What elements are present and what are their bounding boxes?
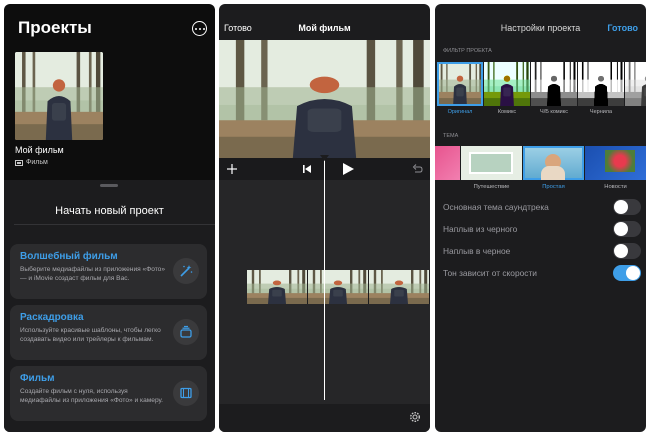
magic-wand-icon — [173, 258, 199, 284]
filter-label: Комикс — [497, 109, 517, 115]
theme-label: Путешествие — [473, 184, 510, 190]
editor-screen: Готово Мой фильм — [219, 4, 430, 432]
fade-out-row: Наплыв в черное — [443, 242, 641, 260]
settings-gear-icon[interactable] — [409, 411, 421, 423]
filter-label: Чернила — [589, 109, 613, 115]
filter-original[interactable]: Оригинал — [437, 62, 483, 115]
undo-icon[interactable] — [412, 163, 423, 174]
theme-simple[interactable]: Простая — [523, 146, 584, 190]
video-viewer[interactable] — [219, 40, 430, 158]
projects-screen: Проекты Мой фильм Фильм Начать новый про… — [4, 4, 215, 432]
theme-list: Путешествие Простая Новости — [435, 146, 646, 196]
theme-item[interactable] — [435, 146, 460, 184]
storyboard-card[interactable]: Раскадровка Используйте красивые шаблоны… — [10, 305, 207, 360]
filter-section-label: Фильтр проекта — [443, 48, 492, 54]
project-type-label: Фильм — [26, 159, 48, 166]
card-description: Выберите медиафайлы из приложения «Фото»… — [20, 266, 166, 282]
card-title: Фильм — [20, 373, 55, 384]
project-type: Фильм — [15, 159, 48, 166]
magic-movie-card[interactable]: Волшебный фильм Выберите медиафайлы из п… — [10, 244, 207, 299]
toggle-label: Основная тема саундтрека — [443, 202, 549, 212]
toggle-label: Наплыв в черное — [443, 246, 511, 256]
more-options-icon[interactable] — [192, 21, 207, 36]
theme-news[interactable]: Новости — [585, 146, 646, 190]
card-title: Раскадровка — [20, 312, 84, 323]
storyboard-icon — [173, 319, 199, 345]
card-description: Создайте фильм с нуля, используя медиафа… — [20, 388, 164, 404]
editor-title: Мой фильм — [298, 23, 351, 33]
divider — [14, 224, 215, 225]
filter-ink[interactable]: Чернила — [578, 62, 624, 115]
theme-label: Новости — [604, 184, 627, 190]
filter-label: Оригинал — [447, 109, 473, 115]
toggle-label: Тон зависит от скорости — [443, 268, 537, 278]
fade-in-row: Наплыв из черного — [443, 220, 641, 238]
theme-travel[interactable]: Путешествие — [461, 146, 522, 190]
clip-frame — [247, 270, 308, 304]
project-settings-screen: Настройки проекта Готово Фильтр проекта … — [435, 4, 646, 432]
theme-label: Простая — [542, 184, 565, 190]
project-thumbnail[interactable] — [15, 52, 103, 140]
card-description: Используйте красивые шаблоны, чтобы легк… — [20, 327, 161, 343]
card-title: Волшебный фильм — [20, 251, 118, 262]
speed-pitch-toggle[interactable] — [613, 265, 641, 281]
filter-list: Оригинал Комикс Ч/Б комикс Чернила — [435, 62, 646, 122]
fade-in-toggle[interactable] — [613, 221, 641, 237]
filter-comic[interactable]: Комикс — [484, 62, 530, 115]
add-icon[interactable] — [227, 164, 237, 174]
clip-frame — [369, 270, 430, 304]
video-clip[interactable] — [247, 270, 430, 304]
projects-title: Проекты — [18, 18, 92, 37]
clip-frame — [308, 270, 369, 304]
toggle-label: Наплыв из черного — [443, 224, 518, 234]
theme-section-label: Тема — [443, 133, 459, 139]
play-icon[interactable] — [343, 163, 354, 175]
film-icon — [15, 159, 23, 166]
speed-pitch-row: Тон зависит от скорости — [443, 264, 641, 282]
sheet-grabber[interactable] — [100, 184, 118, 187]
theme-music-toggle[interactable] — [613, 199, 641, 215]
theme-music-row: Основная тема саундтрека — [443, 198, 641, 216]
movie-card[interactable]: Фильм Создайте фильм с нуля, используя м… — [10, 366, 207, 421]
sheet-title: Начать новый проект — [55, 205, 164, 217]
filter-label: Ч/Б комикс — [540, 109, 568, 115]
playhead[interactable] — [324, 158, 325, 400]
skip-back-icon[interactable] — [303, 164, 312, 174]
new-project-sheet: Начать новый проект Волшебный фильм Выбе… — [4, 180, 215, 432]
film-strip-icon — [173, 380, 199, 406]
fade-out-toggle[interactable] — [613, 243, 641, 259]
editor-bottom-bar — [219, 404, 430, 432]
project-name: Мой фильм — [15, 145, 64, 155]
playhead-marker-icon — [320, 155, 329, 161]
done-button[interactable]: Готово — [607, 23, 638, 33]
filter-bw-comic[interactable]: Ч/Б комикс — [531, 62, 577, 115]
filter-more[interactable] — [625, 62, 646, 109]
